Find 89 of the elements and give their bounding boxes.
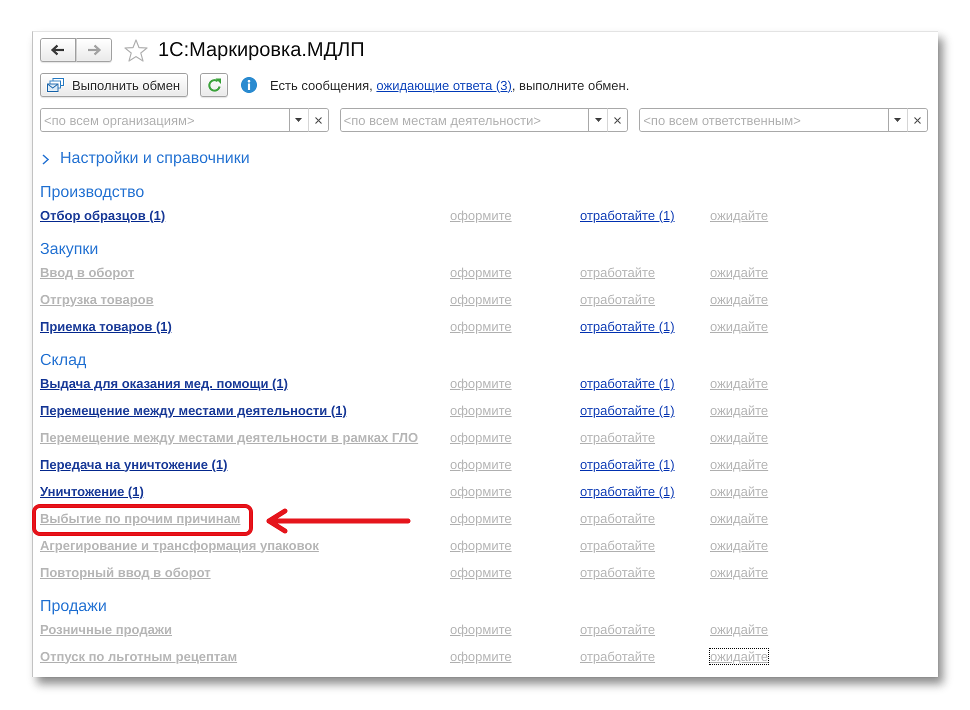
action-link[interactable]: отработайте [579, 564, 656, 581]
action-link[interactable]: отработайте [579, 264, 656, 281]
document-link[interactable]: Повторный ввод в оборот [40, 564, 211, 580]
awaiting-reply-link[interactable]: ожидающие ответа (3) [376, 78, 512, 92]
action-link[interactable]: ожидайте [709, 429, 770, 446]
dropdown-triangle-icon [295, 118, 302, 122]
section-title: Закупки [40, 241, 100, 259]
document-link[interactable]: Ввод в оборот [40, 264, 134, 280]
action-link[interactable]: оформите [449, 483, 513, 500]
arrow-right-icon [87, 44, 101, 56]
action-link[interactable]: ожидайте [709, 510, 770, 527]
refresh-icon [206, 78, 222, 92]
action-link[interactable]: ожидайте [709, 264, 770, 281]
action-link[interactable]: отработайте (1) [579, 483, 676, 500]
action-link[interactable]: ожидайте [709, 291, 770, 308]
exchange-button[interactable]: Выполнить обмен [40, 73, 188, 97]
action-link[interactable]: ожидайте [709, 621, 770, 638]
document-link[interactable]: Перемещение между местами деятельности в рамках ГЛО [40, 430, 418, 444]
filter-field[interactable]: <по всем ответственным> [639, 108, 888, 132]
action-link[interactable]: оформите [449, 429, 513, 446]
document-link[interactable]: Перемещение между местами деятельности (1) [40, 402, 347, 418]
dropdown-button[interactable] [888, 108, 908, 132]
window-title: 1С:Маркировка.МДЛП [158, 38, 365, 62]
arrow-left-icon [51, 44, 65, 56]
action-link[interactable]: отработайте (1) [579, 456, 676, 473]
action-link[interactable]: ожидайте [709, 375, 770, 392]
action-link[interactable]: отработайте [579, 537, 656, 554]
document-link[interactable]: Уничтожение (1) [40, 484, 144, 498]
status-message: Есть сообщения, ожидающие ответа (3), выполните обмен. [270, 78, 630, 92]
action-link[interactable]: оформите [449, 264, 513, 281]
clear-button[interactable] [608, 108, 628, 132]
action-link[interactable]: отработайте (1) [579, 375, 676, 392]
action-link[interactable]: ожидайте [709, 483, 770, 500]
action-link[interactable]: отработайте [579, 648, 656, 665]
action-link[interactable]: оформите [449, 537, 513, 554]
filter-field[interactable]: <по всем местам деятельности> [340, 108, 588, 132]
section-title: Производство [40, 184, 146, 202]
envelopes-icon [47, 78, 64, 92]
action-link[interactable]: ожидайте [709, 537, 770, 554]
action-link[interactable]: ожидайте [709, 402, 770, 419]
section-title: Продажи [40, 598, 108, 616]
star-icon[interactable] [124, 38, 148, 62]
action-link[interactable]: отработайте [579, 510, 656, 527]
settings-expander[interactable]: Настройки и справочники [42, 149, 250, 169]
action-link[interactable]: отработайте (1) [579, 318, 676, 335]
dropdown-button[interactable] [288, 108, 309, 132]
document-link[interactable]: Агрегирование и трансформация упаковок [40, 538, 319, 552]
document-link[interactable]: Отпуск по льготным рецептам [40, 648, 238, 664]
document-link[interactable]: Выбытие по прочим причинам [40, 510, 240, 526]
action-link[interactable]: отработайте (1) [579, 207, 676, 224]
dropdown-button[interactable] [588, 108, 608, 132]
action-link[interactable]: отработайте [579, 621, 656, 638]
action-link[interactable]: ожидайте [709, 318, 770, 335]
close-icon [914, 116, 921, 124]
action-link[interactable]: оформите [449, 402, 513, 419]
document-link[interactable]: Приемка товаров (1) [40, 318, 172, 334]
action-link[interactable]: ожидайте [709, 648, 770, 665]
action-link[interactable]: отработайте [579, 429, 656, 446]
action-link[interactable]: оформите [449, 318, 513, 335]
chevron-icon [42, 154, 49, 164]
action-link[interactable]: оформите [449, 375, 513, 392]
action-link[interactable]: отработайте (1) [579, 402, 676, 419]
action-link[interactable]: оформите [449, 564, 513, 581]
action-link[interactable]: ожидайте [709, 456, 770, 473]
close-icon [314, 116, 322, 124]
document-link[interactable]: Отбор образцов (1) [40, 208, 166, 222]
action-link[interactable]: оформите [449, 456, 513, 473]
action-link[interactable]: оформите [449, 648, 513, 665]
close-icon [614, 116, 622, 124]
back-button[interactable] [40, 38, 76, 62]
clear-button[interactable] [908, 108, 928, 132]
action-link[interactable]: ожидайте [709, 564, 770, 581]
clear-button[interactable] [308, 108, 329, 132]
document-link[interactable]: Розничные продажи [40, 622, 172, 636]
document-link[interactable]: Передача на уничтожение (1) [40, 456, 228, 472]
action-link[interactable]: отработайте [579, 291, 656, 308]
filter-field[interactable]: <по всем организациям> [40, 108, 289, 132]
refresh-button[interactable] [200, 73, 228, 97]
action-link[interactable]: оформите [449, 510, 513, 527]
dropdown-triangle-icon [894, 118, 902, 122]
action-link[interactable]: ожидайте [709, 207, 770, 224]
dropdown-triangle-icon [594, 118, 602, 122]
action-link[interactable]: оформите [449, 207, 513, 224]
document-link[interactable]: Выдача для оказания мед. помощи (1) [40, 376, 288, 390]
action-link[interactable]: оформите [449, 621, 513, 638]
action-link[interactable]: оформите [449, 291, 513, 308]
document-link[interactable]: Отгрузка товаров [40, 292, 154, 306]
info-icon [241, 77, 257, 93]
section-title: Склад [40, 352, 88, 370]
